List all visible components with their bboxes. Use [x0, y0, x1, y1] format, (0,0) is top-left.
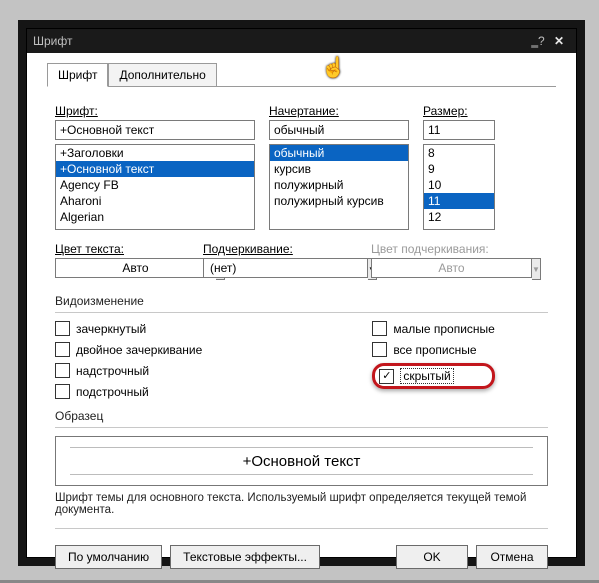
sample-desc: Шрифт темы для основного текста. Использ…: [55, 492, 548, 516]
checkbox-icon: [55, 342, 70, 357]
font-input[interactable]: [55, 120, 255, 140]
check-hidden[interactable]: ✓скрытый: [372, 363, 495, 389]
font-option[interactable]: +Заголовки: [56, 145, 254, 161]
cancel-button[interactable]: Отмена: [476, 545, 548, 569]
sample-legend: Образец: [55, 409, 548, 423]
default-button[interactable]: По умолчанию: [55, 545, 162, 569]
font-dialog: Шрифт ‗? ✕ ☝ Шрифт Дополнительно Шрифт: …: [26, 28, 577, 558]
effects-legend: Видоизменение: [55, 294, 548, 308]
tab-font[interactable]: Шрифт: [47, 63, 108, 87]
sample-group: Образец +Основной текст Шрифт темы для о…: [55, 409, 548, 516]
style-label: Начертание:: [269, 104, 409, 118]
sample-preview: +Основной текст: [55, 436, 548, 486]
check-smallcaps[interactable]: малые прописные: [372, 321, 495, 336]
font-label: Шрифт:: [55, 104, 255, 118]
window-title: Шрифт: [33, 34, 528, 48]
checkbox-icon: [55, 384, 70, 399]
checkbox-icon: [372, 342, 387, 357]
color-value[interactable]: [55, 258, 216, 278]
tab-advanced[interactable]: Дополнительно: [108, 63, 216, 87]
underline-value[interactable]: [203, 258, 368, 278]
size-label: Размер:: [423, 104, 495, 118]
font-option[interactable]: Aharoni: [56, 193, 254, 209]
check-super[interactable]: надстрочный: [55, 363, 202, 378]
size-listbox[interactable]: 8 9 10 11 12: [423, 144, 495, 230]
ucolor-value: [371, 258, 532, 278]
font-option[interactable]: Agency FB: [56, 177, 254, 193]
ok-button[interactable]: OK: [396, 545, 468, 569]
divider: [55, 528, 548, 529]
effects-group: Видоизменение зачеркнутый двойное зачерк…: [55, 294, 548, 399]
underline-combo[interactable]: ▼: [203, 258, 353, 280]
size-option[interactable]: 10: [424, 177, 494, 193]
ucolor-label: Цвет подчеркивания:: [371, 242, 501, 256]
close-button[interactable]: ✕: [548, 34, 570, 48]
divider: [55, 312, 548, 313]
check-allcaps[interactable]: все прописные: [372, 342, 495, 357]
check-dstrike[interactable]: двойное зачеркивание: [55, 342, 202, 357]
help-button[interactable]: ‗?: [528, 34, 548, 48]
font-option[interactable]: Algerian: [56, 209, 254, 225]
checkbox-icon: [55, 321, 70, 336]
guide-line: [70, 474, 533, 475]
style-option[interactable]: обычный: [270, 145, 408, 161]
tab-divider: [47, 86, 556, 87]
divider: [55, 427, 548, 428]
color-combo[interactable]: ▼: [55, 258, 185, 280]
ucolor-combo: ▼: [371, 258, 501, 280]
check-strike[interactable]: зачеркнутый: [55, 321, 202, 336]
guide-line: [70, 447, 533, 448]
check-sub[interactable]: подстрочный: [55, 384, 202, 399]
size-option[interactable]: 12: [424, 209, 494, 225]
style-option[interactable]: полужирный: [270, 177, 408, 193]
chevron-down-icon: ▼: [532, 258, 541, 280]
size-input[interactable]: [423, 120, 495, 140]
size-option[interactable]: 8: [424, 145, 494, 161]
text-effects-button[interactable]: Текстовые эффекты...: [170, 545, 320, 569]
tab-strip: Шрифт Дополнительно: [47, 63, 576, 87]
size-option[interactable]: 9: [424, 161, 494, 177]
style-listbox[interactable]: обычный курсив полужирный полужирный кур…: [269, 144, 409, 230]
style-option[interactable]: курсив: [270, 161, 408, 177]
titlebar: Шрифт ‗? ✕: [27, 29, 576, 53]
sample-text: +Основной текст: [243, 453, 361, 470]
underline-label: Подчеркивание:: [203, 242, 353, 256]
checkbox-icon: [372, 321, 387, 336]
font-listbox[interactable]: +Заголовки +Основной текст Agency FB Aha…: [55, 144, 255, 230]
checkbox-icon: ✓: [379, 369, 394, 384]
color-label: Цвет текста:: [55, 242, 185, 256]
size-option[interactable]: 11: [424, 193, 494, 209]
style-option[interactable]: полужирный курсив: [270, 193, 408, 209]
style-input[interactable]: [269, 120, 409, 140]
checkbox-icon: [55, 363, 70, 378]
font-option[interactable]: +Основной текст: [56, 161, 254, 177]
dialog-footer: По умолчанию Текстовые эффекты... OK Отм…: [27, 545, 576, 583]
